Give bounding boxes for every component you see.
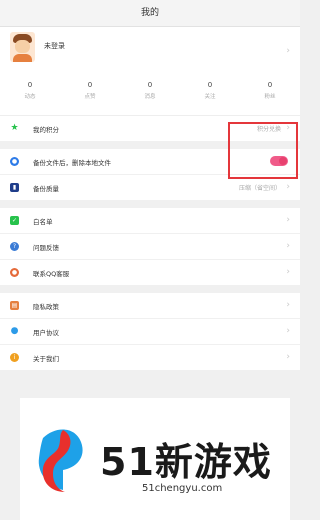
user-agreement-label: 用户协议	[33, 329, 59, 337]
feedback-label: 问题反馈	[33, 244, 59, 252]
check-icon: ✓	[10, 216, 19, 225]
stat-messages[interactable]: 0 消息	[120, 77, 180, 115]
qq-service-label: 联系QQ客服	[33, 270, 70, 278]
stat-value: 0	[207, 81, 213, 89]
avatar-shirt	[13, 54, 32, 62]
stat-label: 关注	[204, 94, 216, 100]
document-icon: ▤	[10, 301, 19, 310]
page-header: 我的	[0, 0, 300, 27]
chevron-right-icon: ›	[286, 300, 290, 310]
stat-following[interactable]: 0 关注	[180, 77, 240, 115]
privacy-policy-row[interactable]: ▤ 隐私政策 ›	[0, 293, 300, 319]
watermark-brand: 51新游戏	[100, 440, 272, 484]
support-section: ✓ 白名单 › ? 问题反馈 › ● 联系QQ客服 ›	[0, 208, 300, 286]
watermark-banner: 51新游戏 51chengyu.com	[20, 398, 290, 520]
chevron-right-icon: ›	[286, 352, 290, 362]
user-icon: ●	[10, 326, 19, 336]
chevron-right-icon: ›	[286, 46, 290, 56]
chevron-right-icon: ›	[286, 182, 290, 192]
stat-label: 消息	[144, 94, 156, 100]
stat-followers[interactable]: 0 粉丝	[240, 77, 300, 115]
stat-value: 0	[87, 81, 93, 89]
section-divider	[0, 286, 300, 293]
stat-value: 0	[267, 81, 273, 89]
avatar-face	[15, 40, 30, 53]
question-icon: ?	[10, 242, 19, 251]
qq-icon: ●	[10, 268, 19, 277]
chevron-right-icon: ›	[286, 241, 290, 251]
cloud-icon: ●	[10, 157, 19, 166]
chevron-right-icon: ›	[286, 215, 290, 225]
watermark-domain: 51chengyu.com	[142, 483, 223, 494]
watermark-logo	[38, 429, 83, 492]
privacy-policy-label: 隐私政策	[33, 303, 59, 311]
backup-quality-label: 备份质量	[33, 185, 59, 193]
section-divider	[0, 201, 300, 208]
delete-after-backup-label: 备份文件后，删除本地文件	[33, 159, 111, 167]
login-status[interactable]: 未登录	[44, 41, 65, 51]
avatar[interactable]	[10, 32, 35, 62]
info-icon: i	[10, 353, 19, 362]
whitelist-row[interactable]: ✓ 白名单 ›	[0, 208, 300, 234]
feedback-row[interactable]: ? 问题反馈 ›	[0, 234, 300, 260]
stat-dynamics[interactable]: 0 动态	[0, 77, 60, 115]
toggle-highlight-box	[228, 122, 298, 179]
backup-quality-value: 压缩（省空间）	[238, 185, 281, 192]
star-icon: ★	[10, 123, 19, 133]
page-title: 我的	[140, 8, 159, 18]
about-us-label: 关于我们	[33, 355, 59, 363]
stat-label: 粉丝	[264, 94, 276, 100]
stat-value: 0	[27, 81, 33, 89]
stats-bar: 0 动态 0 点赞 0 消息 0 关注 0 粉丝	[0, 77, 300, 116]
whitelist-label: 白名单	[33, 218, 53, 226]
legal-section: ▤ 隐私政策 › ● 用户协议 › i 关于我们 ›	[0, 293, 300, 371]
stat-value: 0	[147, 81, 153, 89]
user-agreement-row[interactable]: ● 用户协议 ›	[0, 319, 300, 345]
stat-label: 动态	[24, 94, 36, 100]
chevron-right-icon: ›	[286, 326, 290, 336]
profile-row[interactable]: 未登录 ›	[0, 27, 300, 77]
quality-icon: ▮	[10, 183, 19, 192]
qq-service-row[interactable]: ● 联系QQ客服 ›	[0, 260, 300, 286]
chevron-right-icon: ›	[286, 267, 290, 277]
about-us-row[interactable]: i 关于我们 ›	[0, 345, 300, 371]
stat-likes[interactable]: 0 点赞	[60, 77, 120, 115]
stat-label: 点赞	[84, 94, 96, 100]
points-label: 我的积分	[33, 126, 59, 134]
